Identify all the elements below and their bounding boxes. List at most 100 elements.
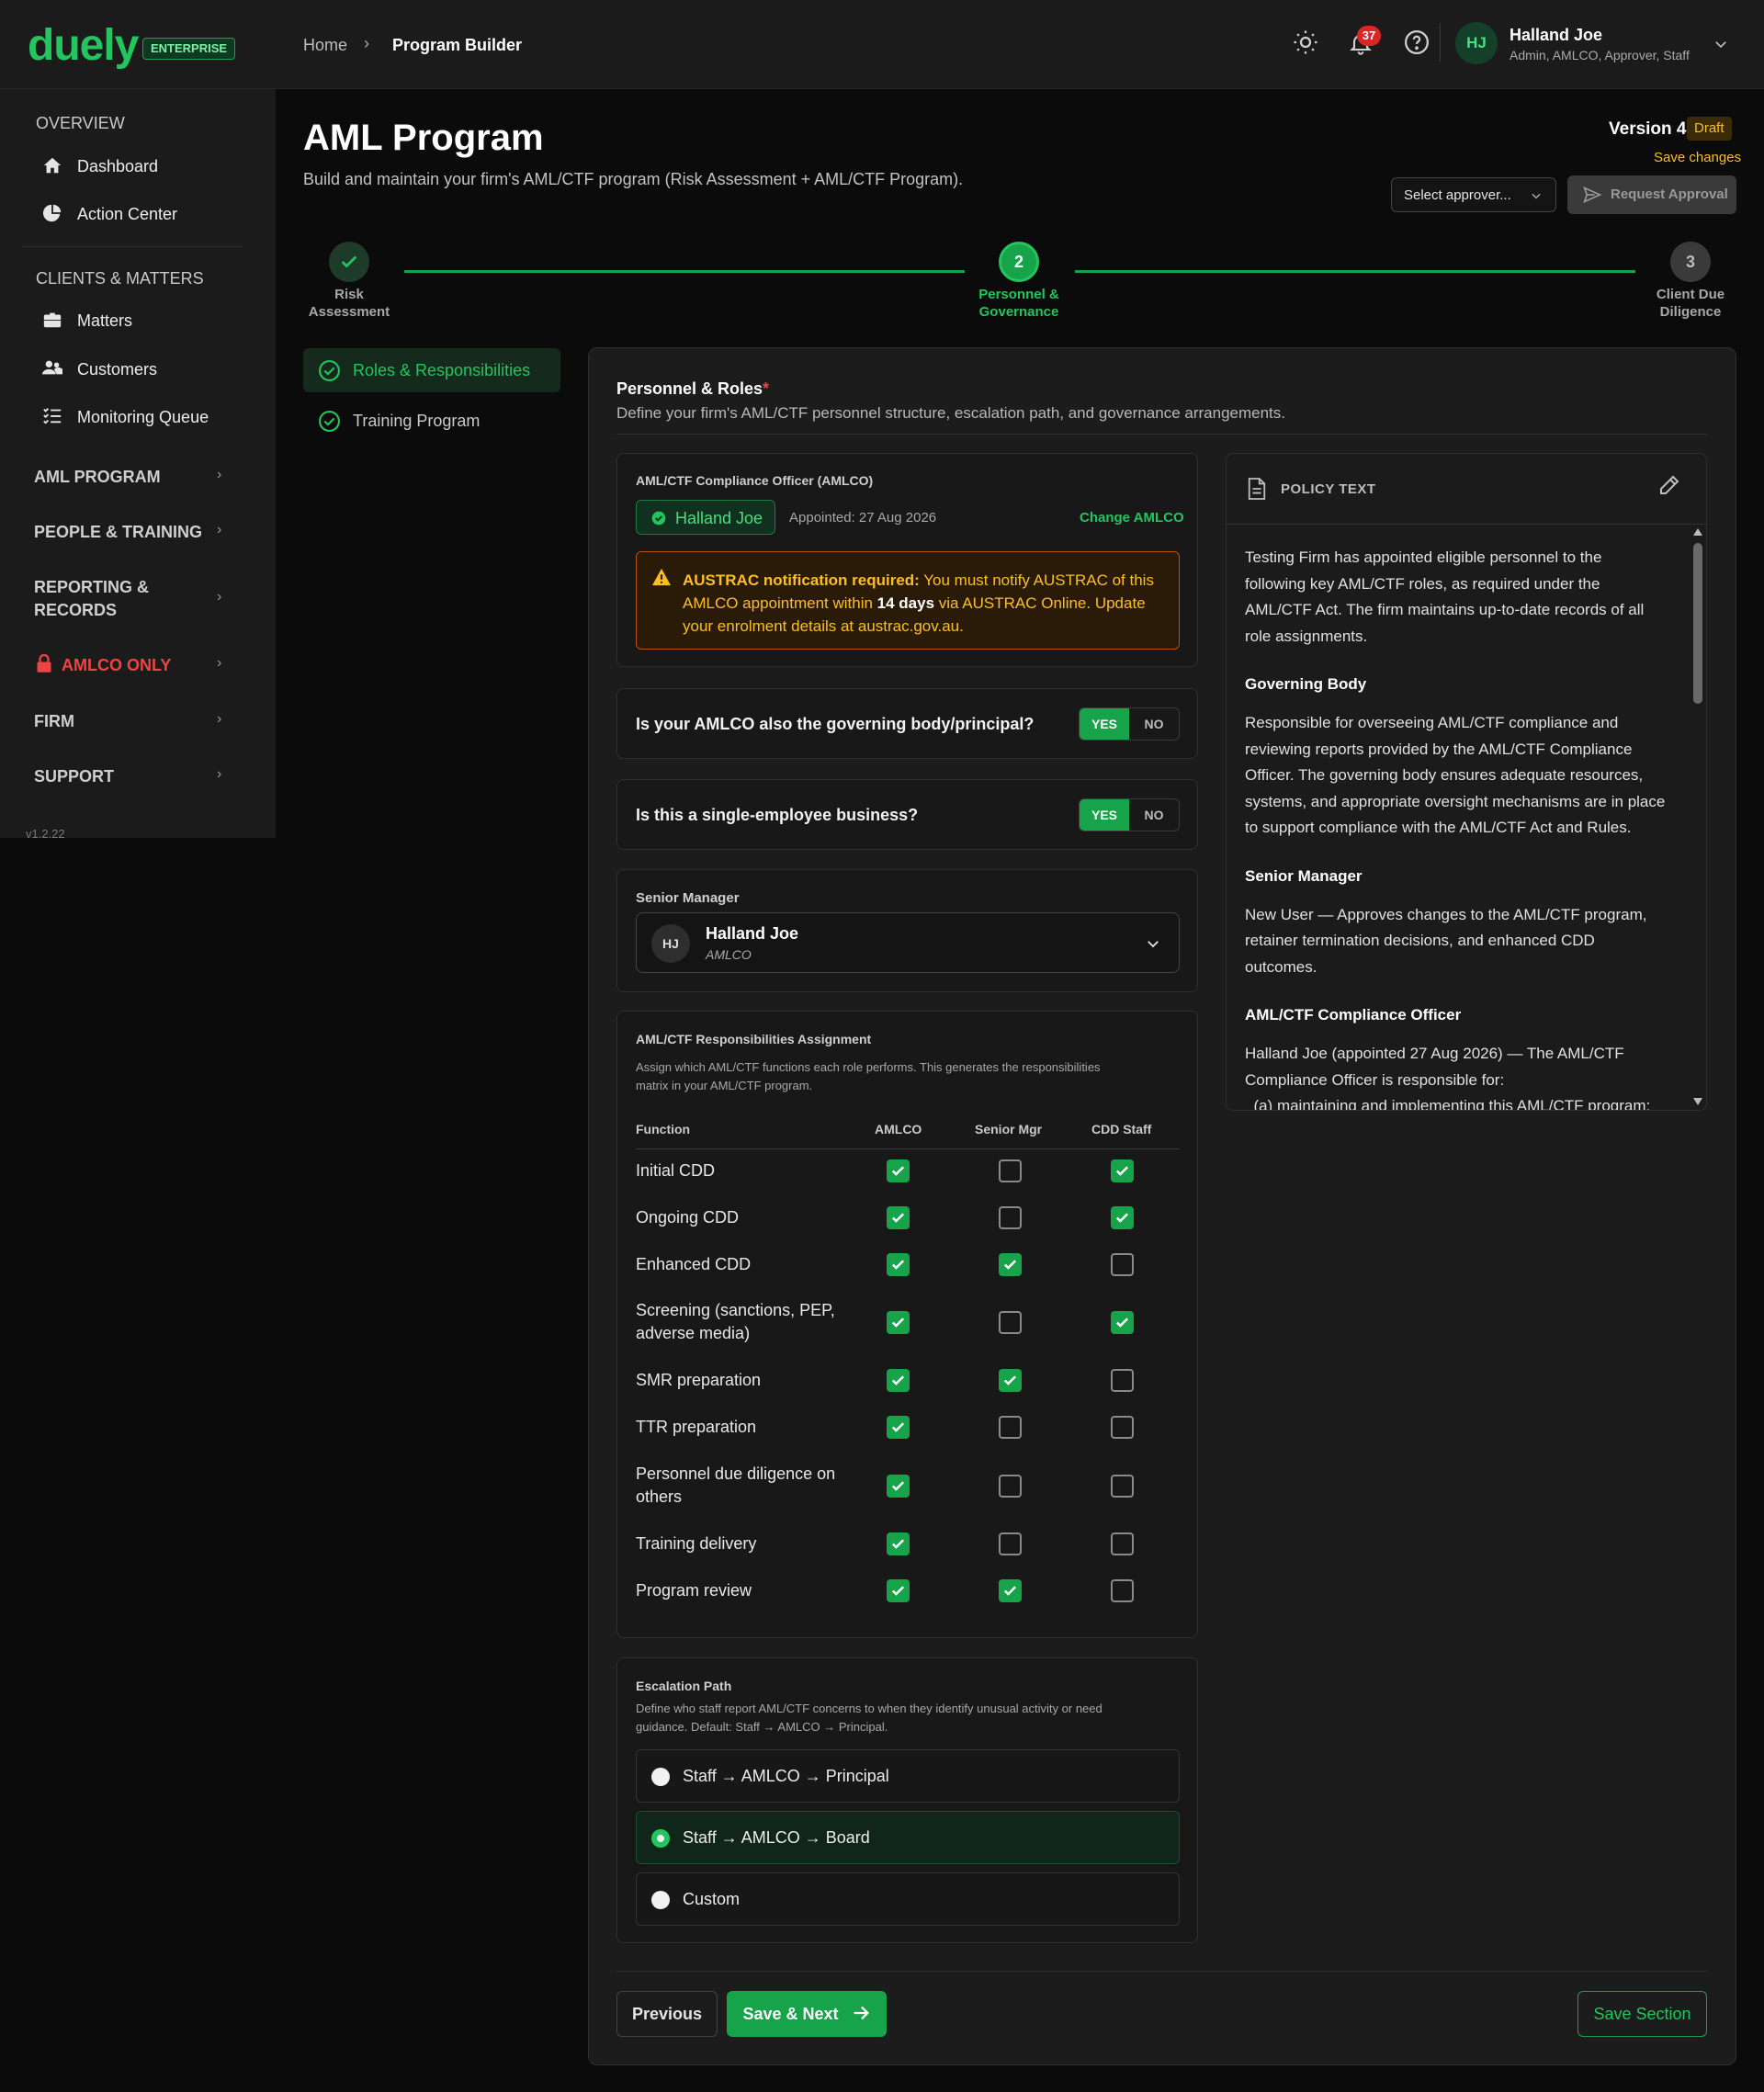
scroll-down-arrow-icon[interactable] xyxy=(1693,1098,1702,1105)
approver-select[interactable]: Select approver... xyxy=(1391,177,1556,212)
policy-text-line: (a) maintaining and implementing this AM… xyxy=(1245,1097,1651,1110)
subnav-item-training-program[interactable]: Training Program xyxy=(303,399,560,443)
checkbox-unchecked[interactable] xyxy=(999,1159,1022,1182)
amlco-appointed-date: Appointed: 27 Aug 2026 xyxy=(789,510,937,526)
checkbox-unchecked[interactable] xyxy=(999,1532,1022,1555)
edit-pencil-icon[interactable] xyxy=(1658,474,1680,496)
checkbox-unchecked[interactable] xyxy=(999,1475,1022,1498)
escalation-option-board[interactable]: Staff → AMLCO → Board xyxy=(636,1811,1180,1864)
escalation-option-principal[interactable]: Staff → AMLCO → Principal xyxy=(636,1749,1180,1803)
previous-button[interactable]: Previous xyxy=(616,1991,718,2037)
toggle-yes[interactable]: YES xyxy=(1080,708,1129,740)
checkbox-unchecked[interactable] xyxy=(1111,1369,1134,1392)
function-name-line: TTR preparation xyxy=(636,1418,757,1436)
breadcrumb-home[interactable]: Home xyxy=(303,34,347,56)
radio-button[interactable] xyxy=(651,1768,670,1786)
checkbox-checked[interactable] xyxy=(887,1159,910,1182)
checkbox-checked[interactable] xyxy=(887,1369,910,1392)
checkbox-unchecked[interactable] xyxy=(1111,1416,1134,1439)
checkbox-checked[interactable] xyxy=(1111,1206,1134,1229)
sidebar-section-reporting-records-line2[interactable]: RECORDS xyxy=(34,601,117,620)
breadcrumb-current: Program Builder xyxy=(392,36,523,54)
save-changes-link[interactable]: Save changes xyxy=(1654,150,1741,165)
sidebar-section-aml-program[interactable]: AML PROGRAM xyxy=(34,468,161,487)
chevron-right-icon: › xyxy=(217,589,222,605)
checkbox-checked[interactable] xyxy=(1111,1311,1134,1334)
save-next-label: Save & Next xyxy=(742,2005,839,2023)
radio-button-selected[interactable] xyxy=(651,1829,670,1848)
checkbox-unchecked[interactable] xyxy=(1111,1253,1134,1276)
user-name[interactable]: Halland Joe xyxy=(1510,26,1602,45)
home-icon xyxy=(43,157,62,174)
sidebar-item-action-center[interactable]: Action Center xyxy=(77,205,177,224)
policy-text-line: reviewing reports provided by the AML/CT… xyxy=(1245,740,1633,758)
sidebar-item-matters[interactable]: Matters xyxy=(77,311,132,331)
radio-button[interactable] xyxy=(651,1891,670,1909)
sidebar-section-reporting-records[interactable]: REPORTING & xyxy=(34,578,149,597)
checkbox-unchecked[interactable] xyxy=(999,1416,1022,1439)
checkbox-unchecked[interactable] xyxy=(999,1206,1022,1229)
governing-body-toggle[interactable]: YES NO xyxy=(1079,707,1180,741)
scroll-up-arrow-icon[interactable] xyxy=(1693,528,1702,536)
theme-sun-icon[interactable] xyxy=(1292,28,1319,56)
checkbox-checked[interactable] xyxy=(887,1253,910,1276)
step-1-complete[interactable] xyxy=(329,242,369,282)
change-amlco-link[interactable]: Change AMLCO xyxy=(1080,510,1184,526)
policy-senior-manager-paragraph: New User — Approves changes to the AML/C… xyxy=(1245,902,1686,981)
enterprise-badge: ENTERPRISE xyxy=(142,38,236,60)
senior-manager-name: Halland Joe xyxy=(706,924,799,943)
checkbox-checked[interactable] xyxy=(887,1579,910,1602)
checkbox-checked[interactable] xyxy=(999,1579,1022,1602)
sidebar-section-amlco-only[interactable]: AMLCO ONLY xyxy=(62,656,171,675)
single-employee-toggle[interactable]: YES NO xyxy=(1079,798,1180,831)
checkbox-unchecked[interactable] xyxy=(1111,1475,1134,1498)
policy-text-line: to support compliance with the AML/CTF A… xyxy=(1245,819,1632,837)
save-section-button[interactable]: Save Section xyxy=(1577,1991,1707,2037)
subnav-item-roles-responsibilities[interactable]: Roles & Responsibilities xyxy=(303,348,560,392)
request-approval-button[interactable]: Request Approval xyxy=(1567,175,1736,214)
step-2-current[interactable]: 2 xyxy=(999,242,1039,282)
save-next-button[interactable]: Save & Next xyxy=(727,1991,887,2037)
policy-scrollbar[interactable] xyxy=(1690,525,1706,1110)
single-employee-question: Is this a single-employee business? xyxy=(636,806,919,824)
checkbox-unchecked[interactable] xyxy=(1111,1532,1134,1555)
escalation-option-custom[interactable]: Custom xyxy=(636,1872,1180,1926)
sidebar-item-customers[interactable]: Customers xyxy=(77,360,157,379)
sidebar-section-support[interactable]: SUPPORT xyxy=(34,767,114,786)
subnav-label: Training Program xyxy=(353,412,481,430)
senior-manager-select[interactable]: HJ Halland Joe AMLCO xyxy=(636,912,1180,973)
step-1-label: Risk Assessment xyxy=(308,287,390,320)
scrollbar-thumb[interactable] xyxy=(1693,543,1702,704)
user-avatar[interactable]: HJ xyxy=(1455,22,1498,64)
checkbox-checked[interactable] xyxy=(887,1532,910,1555)
toggle-no[interactable]: NO xyxy=(1129,799,1179,831)
toggle-no[interactable]: NO xyxy=(1129,708,1179,740)
checkbox-unchecked[interactable] xyxy=(1111,1579,1134,1602)
checkbox-checked[interactable] xyxy=(887,1311,910,1334)
stepper-line-2 xyxy=(1075,270,1635,273)
sidebar-section-firm[interactable]: FIRM xyxy=(34,712,74,731)
checkbox-checked[interactable] xyxy=(887,1416,910,1439)
sidebar-item-monitoring-queue[interactable]: Monitoring Queue xyxy=(77,408,209,427)
function-name: Personnel due diligence on others xyxy=(636,1463,856,1509)
checkbox-checked[interactable] xyxy=(999,1253,1022,1276)
toggle-yes[interactable]: YES xyxy=(1080,799,1129,831)
checkbox-checked[interactable] xyxy=(887,1475,910,1498)
austrac-alert-text: AUSTRAC notification required: You must … xyxy=(683,571,1154,635)
step-3-upcoming[interactable]: 3 xyxy=(1670,242,1711,282)
checkbox-checked[interactable] xyxy=(887,1206,910,1229)
checkbox-unchecked[interactable] xyxy=(999,1311,1022,1334)
checkbox-checked[interactable] xyxy=(999,1369,1022,1392)
breadcrumb-separator: › xyxy=(364,34,369,52)
user-menu-chevron-down-icon[interactable] xyxy=(1713,36,1729,52)
sidebar-section-people-training[interactable]: PEOPLE & TRAINING xyxy=(34,523,202,542)
duely-logo[interactable]: duely xyxy=(28,20,139,72)
policy-text-line: AML/CTF Act. The firm maintains up-to-da… xyxy=(1245,601,1645,619)
help-icon[interactable] xyxy=(1403,28,1430,56)
function-name-line: Personnel due diligence on xyxy=(636,1464,836,1483)
checkbox-checked[interactable] xyxy=(1111,1159,1134,1182)
sidebar-item-dashboard[interactable]: Dashboard xyxy=(77,157,158,176)
header-divider xyxy=(1440,23,1441,62)
function-name: Program review xyxy=(636,1579,856,1602)
arrow-right-icon xyxy=(854,2006,869,2020)
